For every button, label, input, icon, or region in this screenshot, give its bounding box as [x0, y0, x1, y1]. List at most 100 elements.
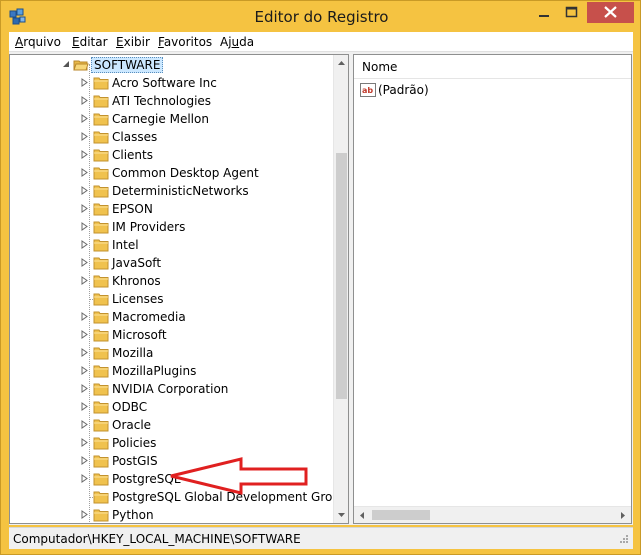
close-button[interactable]: [587, 2, 634, 23]
menu-exibir[interactable]: Exibir: [116, 35, 150, 49]
expand-arrow-icon[interactable]: [80, 348, 89, 357]
folder-icon: [93, 77, 109, 90]
tree-node-software[interactable]: SOFTWARE: [10, 56, 332, 74]
expand-arrow-icon[interactable]: [80, 474, 89, 483]
tree-node-label: Microsoft: [112, 328, 167, 342]
tree-node-label: Acro Software Inc: [112, 76, 217, 90]
tree-node[interactable]: Acro Software Inc: [10, 74, 332, 92]
tree-node-label: Common Desktop Agent: [112, 166, 259, 180]
tree-node-label: EPSON: [112, 202, 153, 216]
column-header-nome[interactable]: Nome: [354, 55, 631, 79]
values-pane[interactable]: Nome ab (Padrão): [353, 54, 632, 524]
scroll-up-arrow-icon[interactable]: [334, 55, 349, 71]
tree-node[interactable]: Licenses: [10, 290, 332, 308]
tree-scroll-thumb[interactable]: [336, 153, 347, 399]
tree-node-label: Mozilla: [112, 346, 154, 360]
values-scroll-thumb[interactable]: [372, 510, 430, 520]
tree-node[interactable]: Mozilla: [10, 344, 332, 362]
tree-vertical-scrollbar[interactable]: [333, 55, 348, 523]
folder-icon: [93, 491, 109, 504]
tree-node[interactable]: EPSON: [10, 200, 332, 218]
tree-node-label: Licenses: [112, 292, 164, 306]
expand-arrow-icon[interactable]: [80, 402, 89, 411]
expand-arrow-icon[interactable]: [80, 420, 89, 429]
tree-node[interactable]: ATI Technologies: [10, 92, 332, 110]
expand-arrow-icon[interactable]: [80, 132, 89, 141]
scroll-right-arrow-icon[interactable]: [614, 507, 631, 524]
expand-arrow-icon[interactable]: [80, 114, 89, 123]
scroll-left-arrow-icon[interactable]: [354, 507, 371, 524]
tree-node-label: Oracle: [112, 418, 152, 432]
folder-icon: [93, 329, 109, 342]
tree-node[interactable]: MozillaPlugins: [10, 362, 332, 380]
status-path: Computador\HKEY_LOCAL_MACHINE\SOFTWARE: [13, 532, 301, 546]
tree-node[interactable]: Clients: [10, 146, 332, 164]
expand-arrow-icon[interactable]: [80, 456, 89, 465]
expand-arrow-icon[interactable]: [80, 78, 89, 87]
tree-node[interactable]: JavaSoft: [10, 254, 332, 272]
expand-arrow-icon[interactable]: [80, 312, 89, 321]
tree-node-label: Intel: [112, 238, 139, 252]
folder-icon: [93, 257, 109, 270]
tree-node[interactable]: Python: [10, 506, 332, 523]
title-bar[interactable]: Editor do Registro: [1, 1, 641, 32]
expand-arrow-icon[interactable]: [80, 366, 89, 375]
tree-node[interactable]: Classes: [10, 128, 332, 146]
tree-node[interactable]: Common Desktop Agent: [10, 164, 332, 182]
tree-node[interactable]: NVIDIA Corporation: [10, 380, 332, 398]
menu-editar[interactable]: Editar: [72, 35, 108, 49]
expand-arrow-icon[interactable]: [80, 186, 89, 195]
resize-grip-icon[interactable]: [617, 534, 629, 546]
expand-arrow-icon[interactable]: [80, 258, 89, 267]
tree-node[interactable]: Khronos: [10, 272, 332, 290]
tree-node[interactable]: IM Providers: [10, 218, 332, 236]
folder-icon: [93, 221, 109, 234]
maximize-button[interactable]: [558, 2, 585, 23]
expand-arrow-icon[interactable]: [80, 240, 89, 249]
tree-node[interactable]: ODBC: [10, 398, 332, 416]
scroll-down-arrow-icon[interactable]: [334, 507, 349, 523]
tree-node[interactable]: Oracle: [10, 416, 332, 434]
minimize-button[interactable]: [530, 2, 558, 23]
menu-favoritos[interactable]: Favoritos: [158, 35, 212, 49]
value-name: (Padrão): [378, 83, 429, 97]
folder-icon: [93, 293, 109, 306]
expand-arrow-icon[interactable]: [80, 222, 89, 231]
folder-icon: [93, 347, 109, 360]
folder-icon: [93, 149, 109, 162]
expand-arrow-icon[interactable]: [80, 168, 89, 177]
status-bar: Computador\HKEY_LOCAL_MACHINE\SOFTWARE: [9, 527, 633, 549]
collapse-arrow-icon[interactable]: [62, 60, 71, 69]
folder-icon: [93, 167, 109, 180]
tree-node-label: DeterministicNetworks: [112, 184, 249, 198]
tree-node-label: NVIDIA Corporation: [112, 382, 229, 396]
value-row[interactable]: ab (Padrão): [358, 81, 618, 99]
values-horizontal-scrollbar[interactable]: [354, 506, 631, 523]
folder-icon: [93, 401, 109, 414]
tree-node[interactable]: Intel: [10, 236, 332, 254]
open-folder-icon: [73, 60, 89, 71]
tree-node[interactable]: DeterministicNetworks: [10, 182, 332, 200]
tree-node[interactable]: Carnegie Mellon: [10, 110, 332, 128]
expand-arrow-icon[interactable]: [80, 204, 89, 213]
menu-arquivo[interactable]: Arquivo: [15, 35, 61, 49]
tree-node-label: ODBC: [112, 400, 148, 414]
folder-icon: [93, 311, 109, 324]
expand-arrow-icon[interactable]: [80, 150, 89, 159]
expand-arrow-icon[interactable]: [80, 438, 89, 447]
expand-arrow-icon[interactable]: [80, 330, 89, 339]
expand-arrow-icon[interactable]: [80, 510, 89, 519]
expand-arrow-icon[interactable]: [80, 384, 89, 393]
key-tree-pane[interactable]: SOFTWARE Acro Software Inc ATI Technologi…: [9, 54, 349, 524]
svg-text:ab: ab: [362, 86, 373, 95]
expand-arrow-icon[interactable]: [80, 276, 89, 285]
tree-node[interactable]: Policies: [10, 434, 332, 452]
folder-icon: [93, 203, 109, 216]
expand-arrow-icon[interactable]: [80, 96, 89, 105]
tree-node[interactable]: Macromedia: [10, 308, 332, 326]
menu-ajuda[interactable]: Ajuda: [220, 35, 254, 49]
folder-icon: [93, 365, 109, 378]
folder-icon: [93, 437, 109, 450]
tree-node-label: IM Providers: [112, 220, 186, 234]
tree-node[interactable]: Microsoft: [10, 326, 332, 344]
